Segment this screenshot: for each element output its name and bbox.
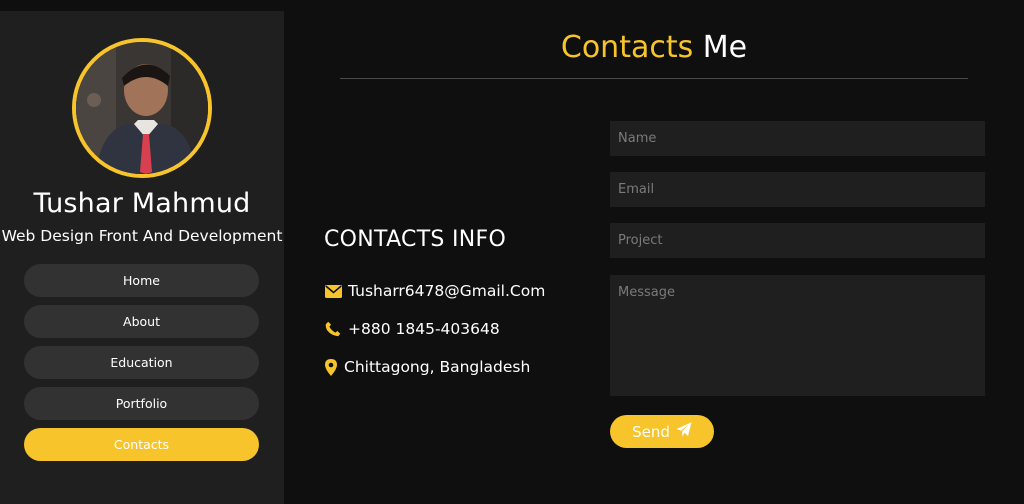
page-title-accent: Contacts [560, 30, 694, 65]
nav-contacts-button[interactable]: Contacts [24, 428, 259, 461]
send-button-label: Send [632, 422, 670, 441]
top-strip [0, 0, 1024, 11]
contact-phone-row: +880 1845-403648 [324, 320, 500, 338]
profile-role: Web Design Front And Development [1, 227, 283, 245]
message-field[interactable] [610, 275, 985, 396]
nav-about-button[interactable]: About [24, 305, 259, 338]
nav-home-button[interactable]: Home [24, 264, 259, 297]
title-divider [340, 78, 968, 79]
avatar [72, 38, 212, 178]
contact-address-row: Chittagong, Bangladesh [324, 358, 530, 376]
contact-phone[interactable]: +880 1845-403648 [348, 320, 500, 338]
envelope-icon [324, 282, 342, 300]
sidebar: Tushar Mahmud Web Design Front And Devel… [0, 11, 284, 504]
profile-name: Tushar Mahmud [33, 188, 251, 219]
page-title: Contacts Me [340, 30, 968, 65]
contacts-info-heading: CONTACTS INFO [324, 227, 507, 252]
email-field[interactable] [610, 172, 985, 207]
page-title-rest: Me [693, 30, 748, 65]
name-field[interactable] [610, 121, 985, 156]
phone-icon [324, 320, 342, 338]
avatar-photo [76, 42, 208, 174]
contact-email[interactable]: Tusharr6478@Gmail.Com [348, 282, 545, 300]
project-field[interactable] [610, 223, 985, 258]
map-pin-icon [324, 358, 338, 376]
paper-plane-icon [676, 422, 692, 441]
contact-email-row: Tusharr6478@Gmail.Com [324, 282, 545, 300]
contact-address: Chittagong, Bangladesh [344, 358, 531, 376]
send-button[interactable]: Send [610, 415, 714, 448]
nav-education-button[interactable]: Education [24, 346, 259, 379]
nav-portfolio-button[interactable]: Portfolio [24, 387, 259, 420]
